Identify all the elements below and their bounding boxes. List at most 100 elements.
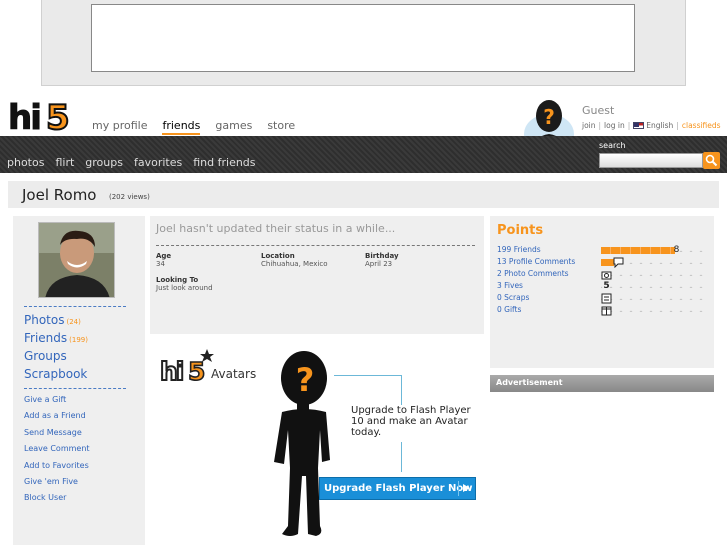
avatars-title: Avatars <box>211 367 257 381</box>
gift-icon <box>601 306 612 316</box>
nav-games[interactable]: games <box>215 119 252 135</box>
points-row-friends: 199 Friends 8 <box>497 245 709 257</box>
ad-banner-frame[interactable] <box>91 4 635 72</box>
search-button[interactable] <box>703 152 720 169</box>
sub-nav: photos flirt groups favorites find friends <box>7 156 267 169</box>
points-profile-comments-label[interactable]: 13 Profile Comments <box>497 257 575 266</box>
location-value: Chihuahua, Mexico <box>261 260 328 268</box>
profile-name: Joel Romo <box>22 186 97 204</box>
nav-my-profile[interactable]: my profile <box>92 119 147 135</box>
points-row-gifts: 0 Gifts <box>497 305 709 317</box>
points-scraps-bar <box>601 293 707 304</box>
svg-text:hi: hi <box>160 357 183 385</box>
birthday-label: Birthday <box>365 252 399 260</box>
left-divider-bottom <box>24 388 126 389</box>
give-five-link[interactable]: Give 'em Five <box>24 477 90 493</box>
main-nav: my profile friends games store <box>92 119 310 135</box>
points-row-profile-comments: 13 Profile Comments <box>497 257 709 269</box>
status-text: Joel hasn't updated their status in a wh… <box>156 222 396 235</box>
svg-text:?: ? <box>296 361 315 399</box>
send-message-link[interactable]: Send Message <box>24 428 90 444</box>
birthday-field: Birthday April 23 <box>365 252 399 268</box>
points-row-fives: 3 Fives 5 <box>497 281 709 293</box>
login-link[interactable]: log in <box>604 121 625 130</box>
search-label: search <box>599 141 626 150</box>
callout-bracket-top <box>334 375 402 405</box>
profile-views: (202 views) <box>109 193 150 201</box>
location-field: Location Chihuahua, Mexico <box>261 252 328 268</box>
top-ad-area <box>41 0 686 86</box>
location-label: Location <box>261 252 295 260</box>
profile-section-links: Photos (24) Friends (199) Groups Scrapbook <box>24 313 88 385</box>
points-bar-track <box>601 310 707 312</box>
profile-actions: Give a Gift Add as a Friend Send Message… <box>24 395 90 510</box>
points-row-scraps: 0 Scraps <box>497 293 709 305</box>
age-field: Age 34 <box>156 252 171 268</box>
subnav-flirt[interactable]: flirt <box>55 156 74 169</box>
block-user-link[interactable]: Block User <box>24 493 90 509</box>
svg-text:?: ? <box>543 105 555 129</box>
points-gifts-label[interactable]: 0 Gifts <box>497 305 521 314</box>
groups-link-label: Groups <box>24 349 67 363</box>
points-profile-comments-fill <box>601 259 614 266</box>
photos-link[interactable]: Photos (24) <box>24 313 88 331</box>
hi5-logo[interactable]: hi 5 <box>6 98 78 133</box>
guest-name: Guest <box>582 104 615 117</box>
points-bar-track <box>601 286 707 288</box>
points-scraps-label[interactable]: 0 Scraps <box>497 293 529 302</box>
subnav-groups[interactable]: groups <box>85 156 123 169</box>
avatar-placeholder-figure: ? <box>274 351 330 536</box>
callout-bracket-bottom <box>401 442 402 472</box>
points-photo-comments-label[interactable]: 2 Photo Comments <box>497 269 569 278</box>
arrow-right-icon <box>458 481 472 496</box>
magnifier-icon <box>705 154 718 167</box>
groups-link[interactable]: Groups <box>24 349 88 367</box>
points-title: Points <box>497 223 544 238</box>
points-bar-track <box>601 298 707 300</box>
language-link[interactable]: English <box>646 121 673 130</box>
scrap-note-icon <box>601 293 612 304</box>
subnav-photos[interactable]: photos <box>7 156 44 169</box>
nav-store[interactable]: store <box>267 119 295 135</box>
status-divider <box>156 245 475 246</box>
friends-link-label: Friends <box>24 331 68 345</box>
search-input[interactable] <box>599 153 703 168</box>
join-link[interactable]: join <box>582 121 596 130</box>
points-fives-bar: 5 <box>601 281 707 291</box>
nav-friends[interactable]: friends <box>162 119 201 135</box>
add-friend-link[interactable]: Add as a Friend <box>24 411 90 427</box>
upgrade-flash-button[interactable]: Upgrade Flash Player Now <box>319 477 476 500</box>
number-5-icon: 5 <box>603 281 610 291</box>
svg-text:hi: hi <box>8 98 40 133</box>
advertisement-header: Advertisement <box>490 375 714 392</box>
scrapbook-link-label: Scrapbook <box>24 367 88 381</box>
points-fives-label[interactable]: 3 Fives <box>497 281 523 290</box>
classifieds-link[interactable]: classifieds <box>682 121 721 130</box>
points-friends-bar: 8 <box>601 245 707 255</box>
scrapbook-link[interactable]: Scrapbook <box>24 367 88 385</box>
number-8-icon: 8 <box>673 245 680 255</box>
friends-count: (199) <box>69 336 88 344</box>
add-favorites-link[interactable]: Add to Favorites <box>24 461 90 477</box>
points-row-photo-comments: 2 Photo Comments <box>497 269 709 281</box>
looking-field: Looking To Just look around <box>156 276 213 292</box>
subnav-find-friends[interactable]: find friends <box>193 156 255 169</box>
points-gifts-bar <box>601 306 707 316</box>
svg-text:5: 5 <box>46 98 70 133</box>
looking-value: Just look around <box>156 284 213 292</box>
photos-link-label: Photos <box>24 313 65 327</box>
leave-comment-link[interactable]: Leave Comment <box>24 444 90 460</box>
profile-photo-image <box>39 223 114 297</box>
subnav-favorites[interactable]: favorites <box>134 156 182 169</box>
profile-photo[interactable] <box>38 222 115 298</box>
points-friends-label[interactable]: 199 Friends <box>497 245 541 254</box>
age-label: Age <box>156 252 172 260</box>
points-friends-fill <box>601 247 676 254</box>
camera-icon <box>601 271 612 280</box>
points-bar-track <box>601 274 707 276</box>
guest-links: join | log in | English | classifieds <box>582 121 721 130</box>
friends-link[interactable]: Friends (199) <box>24 331 88 349</box>
speech-bubble-icon <box>613 257 624 268</box>
points-profile-comments-bar <box>601 257 707 268</box>
give-gift-link[interactable]: Give a Gift <box>24 395 90 411</box>
